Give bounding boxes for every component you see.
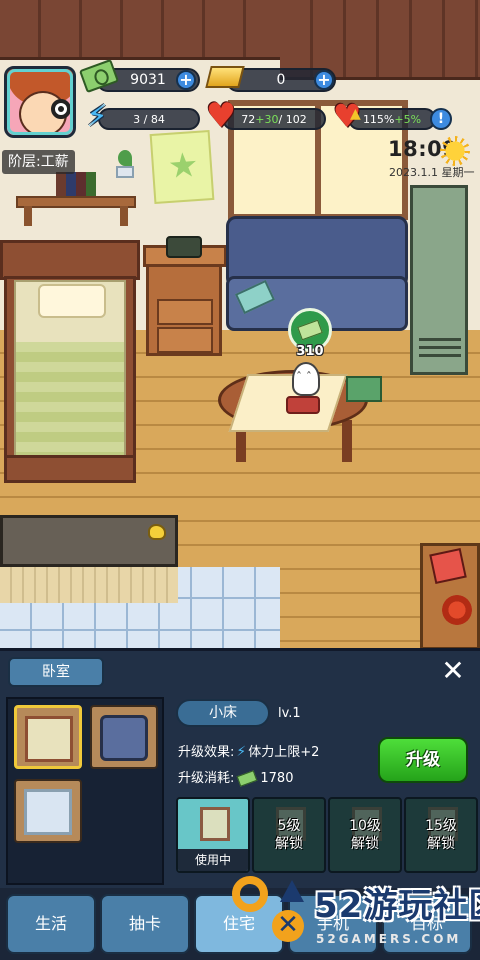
variant-locked-lv5[interactable]: 5级 解锁	[252, 797, 326, 873]
bathtub-icon	[24, 789, 72, 835]
coin-reward-value: 310	[296, 344, 324, 359]
bolt-icon: ⚡	[236, 744, 247, 760]
cash-icon	[237, 770, 258, 787]
nav-gacha[interactable]: 抽卡	[100, 894, 190, 954]
lucky-cat	[292, 362, 320, 396]
bathroom-area[interactable]	[0, 515, 280, 650]
mood-icon: ♥	[330, 98, 364, 134]
variant-locked-lv10[interactable]: 10级 解锁	[328, 797, 402, 873]
energy-display: 3 / 84	[98, 108, 200, 130]
nav-life[interactable]: 生活	[6, 894, 96, 954]
nightstand[interactable]	[143, 245, 227, 356]
player-avatar[interactable]	[4, 66, 76, 138]
wall-shelf[interactable]	[16, 150, 136, 226]
in-use-label: 使用中	[178, 849, 248, 871]
rubber-duck	[148, 524, 166, 540]
upgrade-cost: 升级消耗: 1780	[178, 770, 294, 787]
sofa-icon	[100, 715, 148, 761]
room-scene: 310 9031 + 0 + 3 / 84 ⚡ 72 +30 / 102 ♥ 1…	[0, 0, 480, 650]
nav-goals[interactable]: 目标	[382, 894, 472, 954]
tab-bedroom[interactable]: 卧室	[8, 657, 104, 687]
gold-icon	[205, 66, 245, 88]
variant-locked-lv15[interactable]: 15级 解锁	[404, 797, 478, 873]
nav-housing[interactable]: 住宅	[194, 894, 284, 954]
bolt-icon: ⚡	[86, 99, 108, 134]
bottom-nav: 生活 抽卡 住宅 手机 目标	[0, 888, 480, 960]
variant-current[interactable]: 使用中	[176, 797, 250, 873]
furniture-thumb-bed[interactable]	[14, 705, 82, 769]
social-class-label: 阶层:工薪	[2, 150, 75, 174]
add-cash-button[interactable]: +	[176, 70, 196, 90]
close-icon[interactable]: ✕	[440, 657, 466, 685]
locker[interactable]	[410, 185, 468, 375]
pillow	[38, 284, 106, 318]
bed-furniture[interactable]	[0, 240, 140, 485]
potted-plant	[114, 150, 134, 178]
furniture-level-variants: 使用中 5级 解锁 10级 解锁 15级 解锁	[174, 797, 478, 875]
heart-icon: ♥	[205, 96, 237, 136]
furniture-list	[6, 697, 164, 885]
room-upgrade-panel: 卧室 ✕ 小床 lv.1 升级效果: ⚡ 体力上限+2 升级消耗: 1780 升级 使…	[0, 648, 480, 888]
energy-value: 3 / 84	[133, 112, 165, 126]
furniture-thumb-sofa[interactable]	[90, 705, 158, 769]
roof-beams-left	[0, 0, 280, 60]
upgrade-button[interactable]: 升级	[378, 737, 468, 783]
radio	[166, 236, 202, 258]
cash-value: 9031	[130, 72, 166, 88]
books	[56, 172, 96, 196]
cash-icon	[297, 319, 323, 341]
furniture-level: lv.1	[278, 706, 301, 721]
gold-value: 0	[276, 72, 286, 88]
game-date: 2023.1.1 星期一	[389, 166, 475, 179]
bed-icon	[25, 716, 73, 762]
sun-icon	[440, 136, 470, 166]
furniture-name: 小床	[176, 699, 270, 727]
star-poster	[149, 129, 215, 205]
info-icon[interactable]: !	[430, 108, 452, 130]
nav-phone[interactable]: 手机	[288, 894, 378, 954]
add-gold-button[interactable]: +	[314, 70, 334, 90]
flower-vase	[442, 595, 472, 625]
furniture-thumb-bathtub[interactable]	[14, 779, 82, 843]
bed-icon	[200, 807, 230, 841]
upgrade-effect: 升级效果: ⚡ 体力上限+2	[178, 744, 320, 760]
red-cushion	[286, 396, 320, 414]
tissue-box	[346, 376, 382, 402]
